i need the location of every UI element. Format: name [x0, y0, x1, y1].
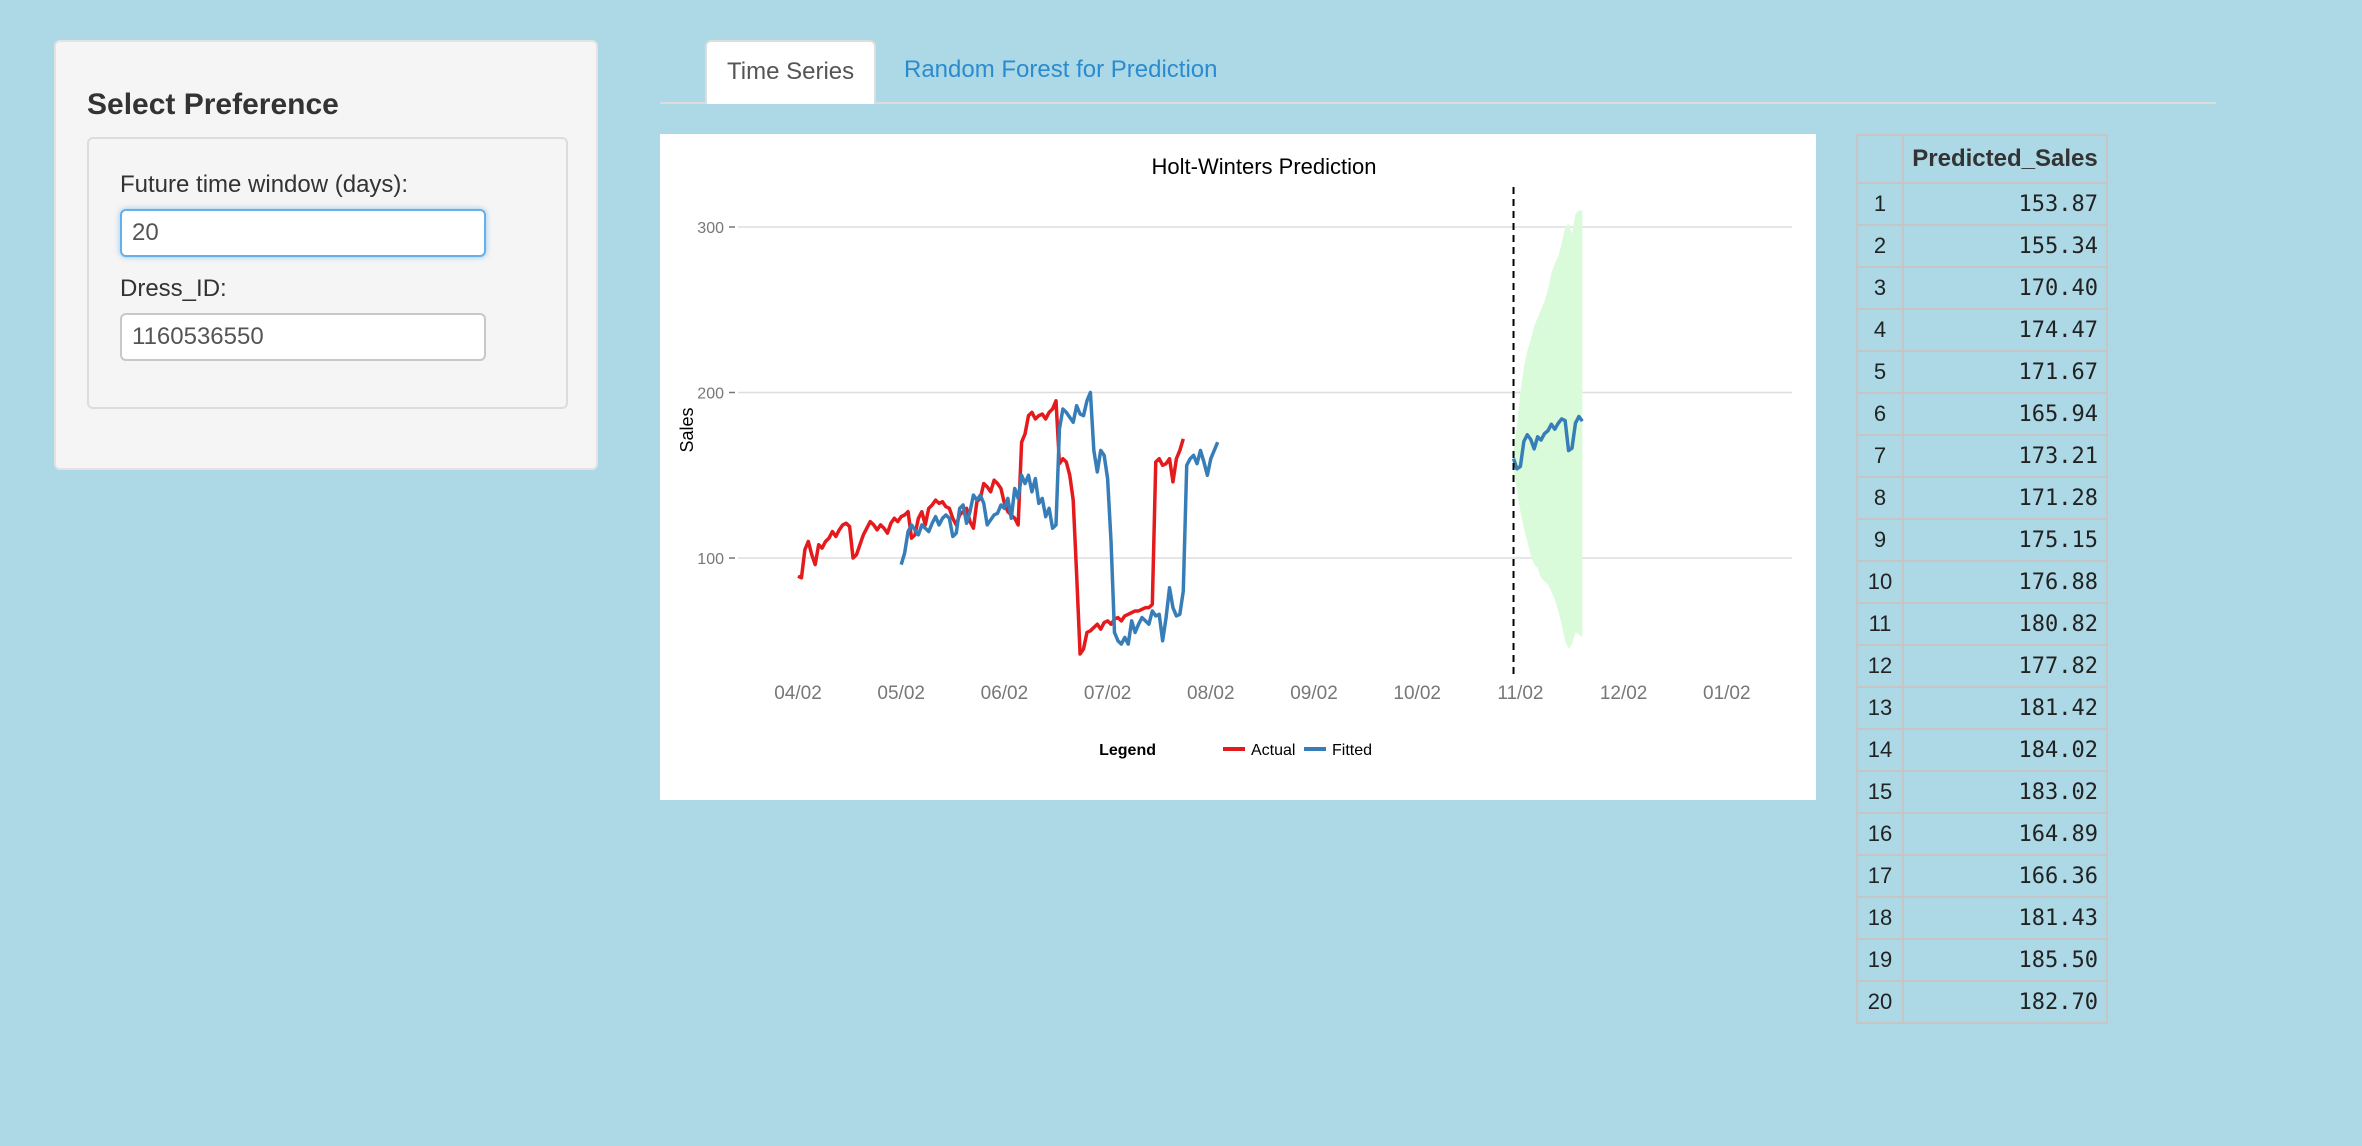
x-tick-label: 10/02: [1393, 683, 1441, 704]
table-row: 10 176.88: [1856, 560, 2108, 604]
table-row: 16 164.89: [1856, 812, 2108, 856]
future-window-input[interactable]: [120, 209, 486, 257]
predicted-sales-value: 175.15: [1902, 518, 2108, 562]
table-header-row: Predicted_Sales: [1856, 134, 2108, 184]
predicted-sales-value: 170.40: [1902, 266, 2108, 310]
legend-actual-label: Actual: [1251, 742, 1295, 759]
tab-random-forest[interactable]: Random Forest for Prediction: [884, 40, 1237, 102]
row-index: 16: [1856, 812, 1904, 856]
row-index: 14: [1856, 728, 1904, 772]
predicted-sales-value: 166.36: [1902, 854, 2108, 898]
x-tick-label: 04/02: [774, 683, 822, 704]
table-row: 11 180.82: [1856, 602, 2108, 646]
row-index: 5: [1856, 350, 1904, 394]
dress-id-input[interactable]: [120, 313, 486, 361]
predicted-sales-value: 155.34: [1902, 224, 2108, 268]
x-tick-label: 05/02: [877, 683, 925, 704]
x-tick-label: 12/02: [1600, 683, 1648, 704]
predicted-sales-value: 176.88: [1902, 560, 2108, 604]
y-tick-label: 300: [697, 220, 724, 237]
row-index: 20: [1856, 980, 1904, 1024]
row-index: 3: [1856, 266, 1904, 310]
row-index: 13: [1856, 686, 1904, 730]
predicted-sales-value: 174.47: [1902, 308, 2108, 352]
row-index: 19: [1856, 938, 1904, 982]
dress-id-label: Dress_ID:: [120, 275, 227, 302]
legend-fitted-label: Fitted: [1332, 742, 1372, 759]
row-index: 17: [1856, 854, 1904, 898]
predicted-sales-value: 177.82: [1902, 644, 2108, 688]
table-row: 8 171.28: [1856, 476, 2108, 520]
window-label: Future time window (days):: [120, 171, 409, 198]
row-index: 2: [1856, 224, 1904, 268]
y-axis-label: Sales: [677, 407, 697, 452]
x-tick-label: 11/02: [1497, 683, 1543, 704]
legend-title: Legend: [1099, 742, 1156, 759]
row-index: 15: [1856, 770, 1904, 814]
predicted-sales-value: 171.28: [1902, 476, 2108, 520]
chart-title: Holt-Winters Prediction: [1152, 154, 1377, 179]
predicted-sales-value: 183.02: [1902, 770, 2108, 814]
y-tick-label: 200: [697, 386, 724, 403]
tab-bar: Time Series Random Forest for Prediction: [660, 40, 2216, 104]
row-index: 18: [1856, 896, 1904, 940]
x-tick-label: 09/02: [1290, 683, 1338, 704]
row-index: 9: [1856, 518, 1904, 562]
table-row: 18 181.43: [1856, 896, 2108, 940]
predicted-sales-value: 180.82: [1902, 602, 2108, 646]
table-row: 14 184.02: [1856, 728, 2108, 772]
table-row: 1 153.87: [1856, 182, 2108, 226]
row-index: 1: [1856, 182, 1904, 226]
table-row: 15 183.02: [1856, 770, 2108, 814]
predicted-sales-value: 181.43: [1902, 896, 2108, 940]
row-index: 7: [1856, 434, 1904, 478]
predicted-sales-value: 171.67: [1902, 350, 2108, 394]
x-tick-label: 01/02: [1703, 683, 1751, 704]
predicted-sales-header: Predicted_Sales: [1902, 134, 2108, 184]
row-index: 4: [1856, 308, 1904, 352]
sidebar-panel: Select Preference Future time window (da…: [54, 40, 598, 470]
index-header: [1856, 134, 1904, 184]
table-row: 19 185.50: [1856, 938, 2108, 982]
row-index: 6: [1856, 392, 1904, 436]
holt-winters-chart: Holt-Winters Prediction Sales 100200300 …: [677, 154, 1792, 759]
table-row: 2 155.34: [1856, 224, 2108, 268]
y-tick-label: 100: [697, 551, 724, 568]
table-row: 3 170.40: [1856, 266, 2108, 310]
predicted-sales-value: 165.94: [1902, 392, 2108, 436]
predicted-sales-value: 184.02: [1902, 728, 2108, 772]
x-tick-label: 07/02: [1084, 683, 1132, 704]
table-row: 9 175.15: [1856, 518, 2108, 562]
table-row: 7 173.21: [1856, 434, 2108, 478]
prediction-table: Predicted_Sales 1 153.87 2 155.34 3 170.40 4 17…: [1856, 134, 2108, 1024]
table-row: 13 181.42: [1856, 686, 2108, 730]
table-row: 20 182.70: [1856, 980, 2108, 1024]
predicted-sales-value: 173.21: [1902, 434, 2108, 478]
predicted-sales-value: 185.50: [1902, 938, 2108, 982]
predicted-sales-value: 182.70: [1902, 980, 2108, 1024]
row-index: 8: [1856, 476, 1904, 520]
x-tick-label: 06/02: [981, 683, 1029, 704]
row-index: 11: [1856, 602, 1904, 646]
table-row: 6 165.94: [1856, 392, 2108, 436]
series-line-actual: [797, 399, 1185, 656]
predicted-sales-value: 164.89: [1902, 812, 2108, 856]
chart-panel: Holt-Winters Prediction Sales 100 200 300 …: [660, 134, 1816, 800]
series-line-fitted: [899, 390, 1220, 646]
table-row: 4 174.47: [1856, 308, 2108, 352]
table-row: 17 166.36: [1856, 854, 2108, 898]
row-index: 10: [1856, 560, 1904, 604]
table-row: 12 177.82: [1856, 644, 2108, 688]
table-row: 5 171.67: [1856, 350, 2108, 394]
x-tick-label: 08/02: [1187, 683, 1235, 704]
input-group: Future time window (days): Dress_ID:: [87, 137, 568, 409]
predicted-sales-value: 181.42: [1902, 686, 2108, 730]
tab-time-series[interactable]: Time Series: [705, 40, 877, 104]
sidebar-title: Select Preference: [87, 88, 339, 121]
row-index: 12: [1856, 644, 1904, 688]
predicted-sales-value: 153.87: [1902, 182, 2108, 226]
